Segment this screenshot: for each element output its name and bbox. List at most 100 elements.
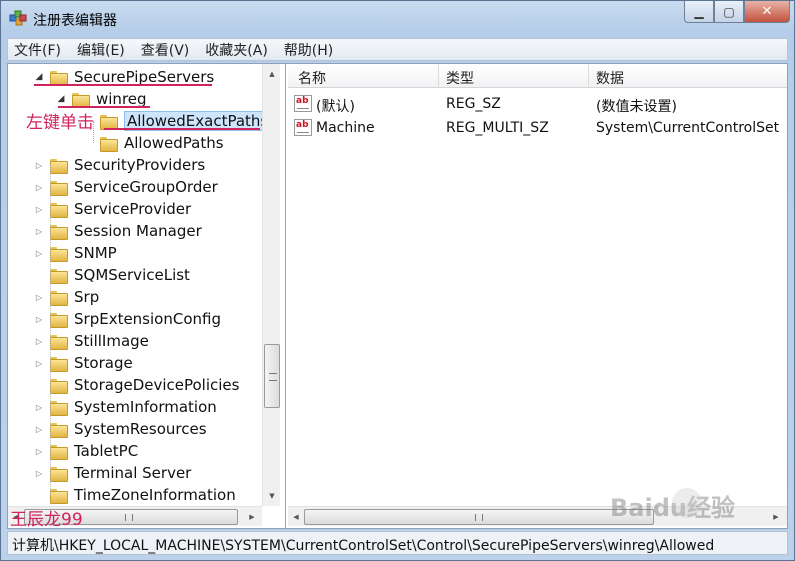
- tree-item-label: StillImage: [74, 332, 149, 350]
- string-value-icon: ab: [294, 119, 312, 136]
- column-header-type[interactable]: 类型: [446, 68, 474, 88]
- tree-item-stillimage[interactable]: ▷ StillImage: [34, 330, 149, 352]
- folder-icon: [50, 202, 68, 218]
- folder-icon: [50, 268, 68, 284]
- expand-arrow-icon[interactable]: ▷: [34, 403, 44, 412]
- collapse-arrow-icon[interactable]: ◢: [56, 94, 66, 104]
- expand-arrow-icon[interactable]: ▷: [34, 293, 44, 302]
- menu-favorites[interactable]: 收藏夹(A): [205, 40, 268, 60]
- list-header: 名称 类型 数据: [288, 64, 787, 88]
- expand-arrow-icon[interactable]: ▷: [34, 315, 44, 324]
- tree-item-label: ServiceGroupOrder: [74, 178, 218, 196]
- expand-arrow-icon[interactable]: ▷: [34, 469, 44, 478]
- column-header-data[interactable]: 数据: [596, 68, 624, 88]
- expand-arrow-icon[interactable]: ▷: [34, 205, 44, 214]
- annotation-underline: [104, 128, 260, 130]
- expand-arrow-icon[interactable]: ▷: [34, 359, 44, 368]
- collapse-arrow-icon[interactable]: ◢: [34, 72, 44, 82]
- folder-icon: [50, 290, 68, 306]
- tree-item-storagedevicepolicies[interactable]: StorageDevicePolicies: [34, 374, 239, 396]
- tree-item-sqmservicelist[interactable]: SQMServiceList: [34, 264, 190, 286]
- tree-item-srpextensionconfig[interactable]: ▷ SrpExtensionConfig: [34, 308, 221, 330]
- folder-icon: [50, 224, 68, 240]
- tree-item-systemresources[interactable]: ▷ SystemResources: [34, 418, 207, 440]
- window-title: 注册表编辑器: [33, 13, 117, 29]
- tree-item-terminal-server[interactable]: ▷ Terminal Server: [34, 462, 191, 484]
- folder-icon: [100, 114, 118, 130]
- tree-item-systeminformation[interactable]: ▷ SystemInformation: [34, 396, 217, 418]
- annotation-left-click: 左键单击: [26, 113, 94, 133]
- column-divider[interactable]: [588, 64, 589, 88]
- folder-icon: [50, 334, 68, 350]
- annotation-author: 王辰龙99: [10, 510, 83, 530]
- tree-item-label: SystemInformation: [74, 398, 217, 416]
- close-button[interactable]: ✕: [744, 1, 790, 23]
- tree-item-srp[interactable]: ▷ Srp: [34, 286, 99, 308]
- value-row[interactable]: ab Machine REG_MULTI_SZ System\CurrentCo…: [288, 116, 787, 140]
- tree-item-securityproviders[interactable]: ▷ SecurityProviders: [34, 154, 205, 176]
- expand-arrow-icon[interactable]: ▷: [34, 183, 44, 192]
- scroll-down-arrow-icon[interactable]: ▼: [264, 488, 280, 504]
- tree-item-session-manager[interactable]: ▷ Session Manager: [34, 220, 202, 242]
- folder-icon: [50, 180, 68, 196]
- expand-arrow-icon[interactable]: ▷: [34, 249, 44, 258]
- tree-item-timezoneinformation[interactable]: TimeZoneInformation: [34, 484, 236, 506]
- tree-item-label: TabletPC: [74, 442, 139, 460]
- tree-item-label: SNMP: [74, 244, 117, 262]
- tree-vertical-scrollbar[interactable]: ▲ ▼: [262, 64, 280, 506]
- menu-file[interactable]: 文件(F): [14, 40, 61, 60]
- tree-item-label: AllowedPaths: [124, 134, 224, 152]
- key-tree-pane[interactable]: ◢ SecurePipeServers ◢ winreg AllowedExac…: [8, 64, 286, 528]
- window-controls: ▁ ▢ ✕: [684, 1, 790, 23]
- value-row[interactable]: ab (默认) REG_SZ (数值未设置): [288, 92, 787, 116]
- values-list-pane[interactable]: 名称 类型 数据 ab (默认) REG_SZ (数值未设置) ab Machi…: [288, 64, 787, 528]
- minimize-icon: ▁: [694, 4, 704, 19]
- tree-item-label: StorageDevicePolicies: [74, 376, 240, 394]
- scroll-right-arrow-icon[interactable]: ▶: [768, 509, 784, 525]
- folder-icon: [50, 400, 68, 416]
- scroll-right-arrow-icon[interactable]: ▶: [244, 509, 260, 525]
- column-divider[interactable]: [438, 64, 439, 88]
- tree-item-label: Storage: [74, 354, 133, 372]
- expand-arrow-icon[interactable]: ▷: [34, 425, 44, 434]
- values-horizontal-scroll-thumb[interactable]: [304, 509, 654, 525]
- value-data: (数值未设置): [596, 99, 677, 115]
- folder-icon: [50, 246, 68, 262]
- client-area: ◢ SecurePipeServers ◢ winreg AllowedExac…: [7, 63, 788, 529]
- scroll-up-arrow-icon[interactable]: ▲: [264, 66, 280, 82]
- close-icon: ✕: [761, 4, 773, 19]
- value-type: REG_SZ: [446, 96, 501, 112]
- menu-view[interactable]: 查看(V): [141, 40, 190, 60]
- tree-item-servicegrouporder[interactable]: ▷ ServiceGroupOrder: [34, 176, 218, 198]
- scroll-left-arrow-icon[interactable]: ◀: [288, 509, 304, 525]
- tree-item-storage[interactable]: ▷ Storage: [34, 352, 133, 374]
- annotation-underline: [34, 84, 212, 86]
- folder-icon: [50, 488, 68, 504]
- column-header-name[interactable]: 名称: [298, 68, 326, 88]
- value-name: (默认): [316, 99, 355, 115]
- folder-icon: [50, 158, 68, 174]
- value-name: Machine: [316, 120, 375, 136]
- menu-edit[interactable]: 编辑(E): [77, 40, 125, 60]
- expand-arrow-icon[interactable]: ▷: [34, 161, 44, 170]
- registry-app-icon: [9, 10, 27, 26]
- folder-icon: [50, 70, 68, 86]
- menu-help[interactable]: 帮助(H): [284, 40, 333, 60]
- tree-item-serviceprovider[interactable]: ▷ ServiceProvider: [34, 198, 191, 220]
- expand-arrow-icon[interactable]: ▷: [34, 227, 44, 236]
- tree-vertical-scroll-thumb[interactable]: [264, 344, 280, 408]
- folder-icon: [50, 356, 68, 372]
- tree-item-snmp[interactable]: ▷ SNMP: [34, 242, 117, 264]
- tree-item-allowedpaths[interactable]: AllowedPaths: [100, 132, 224, 154]
- maximize-button[interactable]: ▢: [714, 1, 744, 23]
- folder-icon: [50, 312, 68, 328]
- maximize-icon: ▢: [723, 4, 735, 19]
- minimize-button[interactable]: ▁: [684, 1, 714, 23]
- folder-icon: [50, 466, 68, 482]
- expand-arrow-icon[interactable]: ▷: [34, 447, 44, 456]
- value-data: System\CurrentControlSet: [596, 120, 780, 136]
- tree-item-label: TimeZoneInformation: [74, 486, 236, 504]
- grip-icon: [125, 514, 133, 521]
- tree-item-label: SQMServiceList: [74, 266, 190, 284]
- expand-arrow-icon[interactable]: ▷: [34, 337, 44, 346]
